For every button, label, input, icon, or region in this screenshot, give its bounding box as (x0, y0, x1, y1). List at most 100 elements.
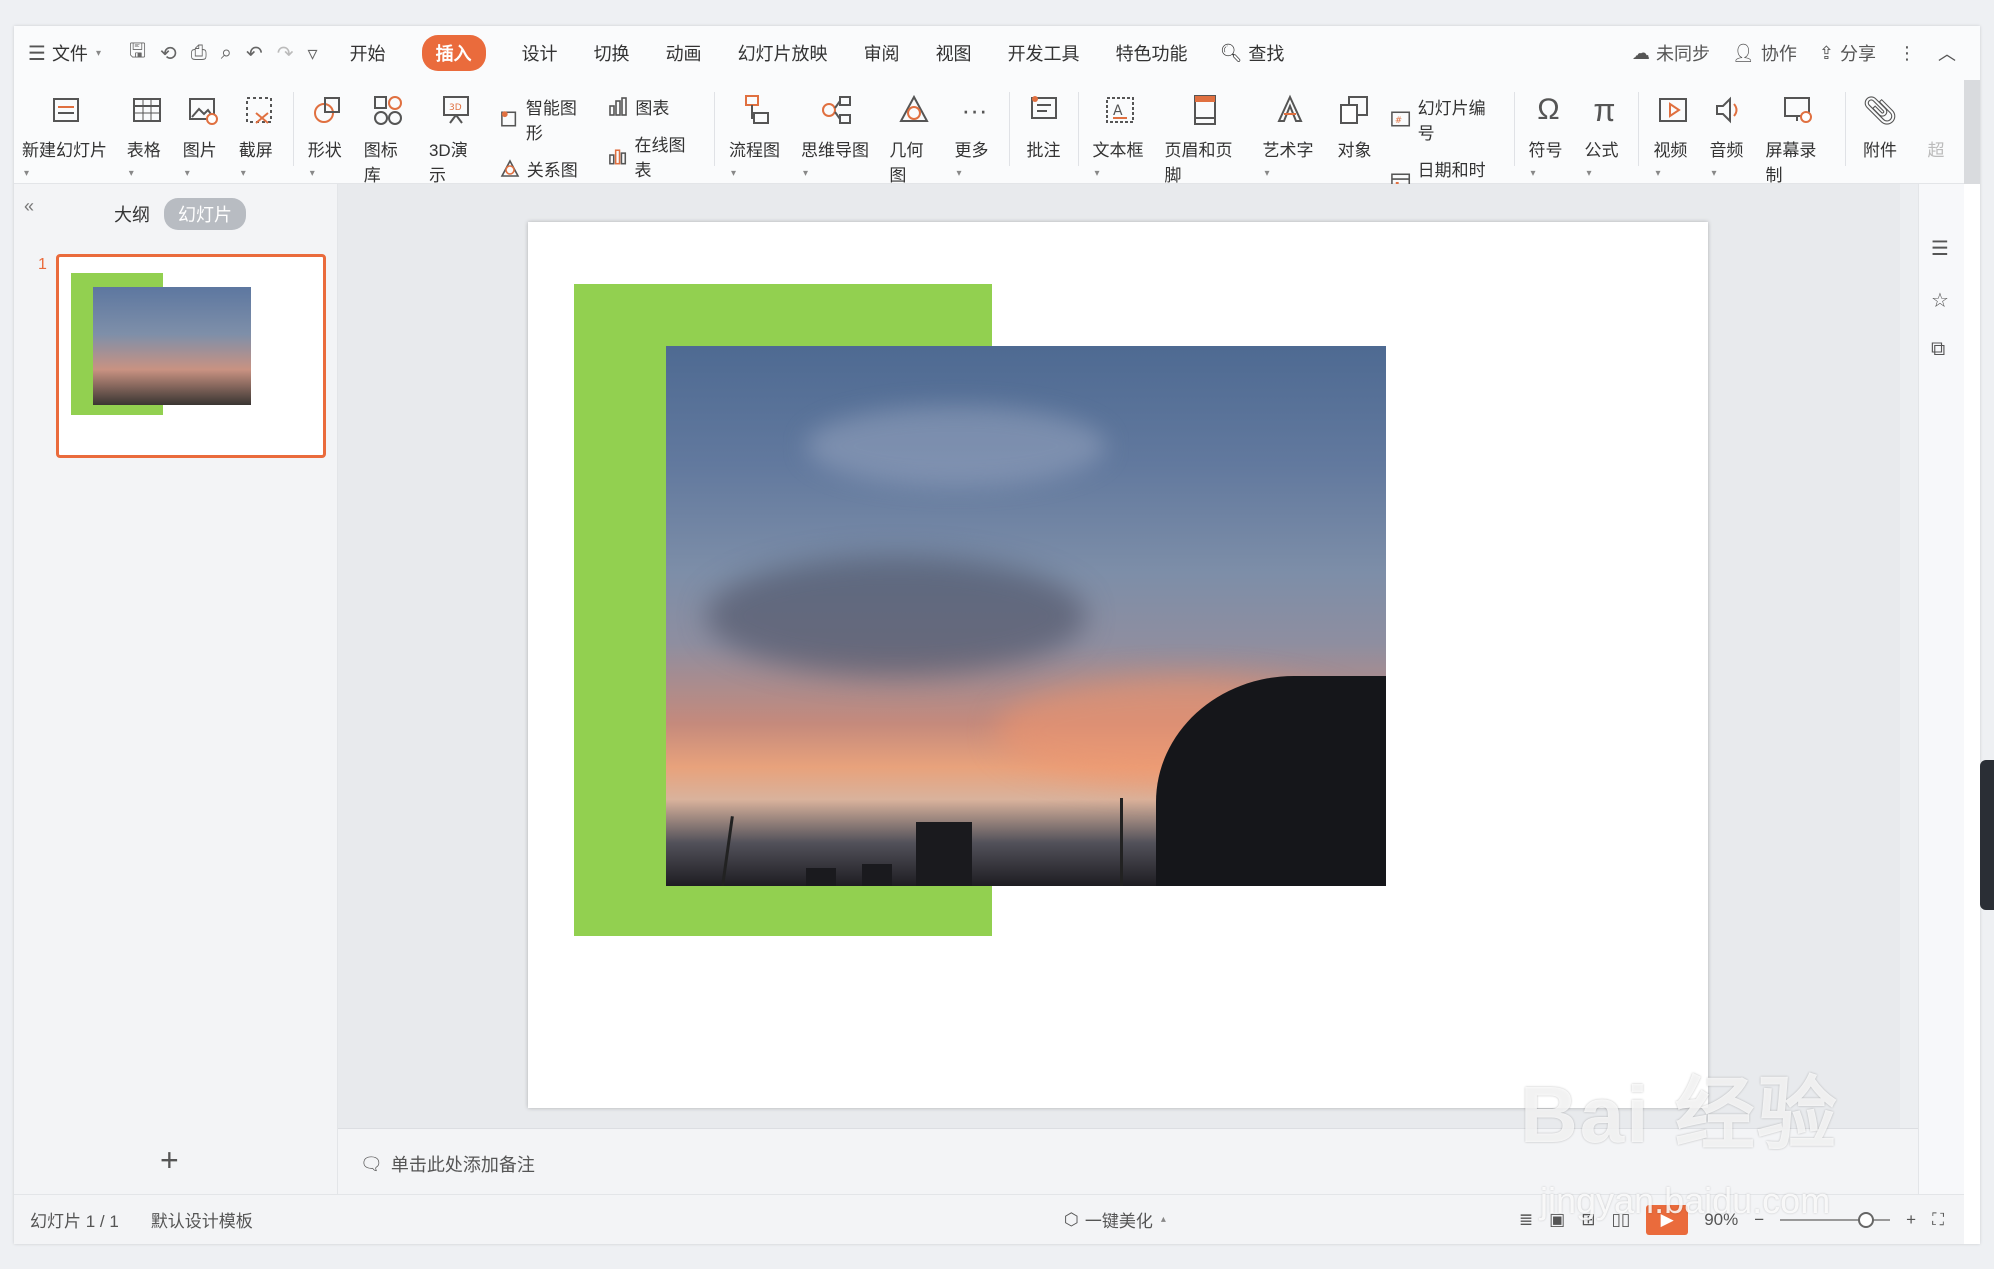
new-slide-button[interactable]: 新建幻灯片▾ (14, 90, 119, 181)
search-icon: 🔍︎ (1219, 42, 1243, 63)
canvas-scrollbar[interactable] (1900, 184, 1918, 1128)
hyperlink-button[interactable]: 超 (1908, 90, 1964, 161)
more-label: 更多 (954, 141, 989, 160)
audio-button[interactable]: 音频▾ (1701, 90, 1757, 181)
undo-icon[interactable]: ↶ (246, 41, 263, 66)
screen-record-label: 屏幕录制 (1765, 141, 1817, 185)
file-menu[interactable]: ☰ 文件 ▾ (14, 26, 115, 80)
slide[interactable] (528, 222, 1708, 1108)
collapse-panel-icon[interactable]: « (24, 196, 34, 217)
beautify-label: 一键美化 (1084, 1212, 1153, 1231)
online-chart-button[interactable]: 在线图表 (607, 131, 700, 181)
attachment-button[interactable]: 📎︎ 附件 (1852, 90, 1908, 161)
tab-slideshow[interactable]: 幻灯片放映 (720, 26, 846, 80)
icon-library-button[interactable]: 图标库 (356, 90, 421, 186)
template-name[interactable]: 默认设计模板 (135, 1207, 269, 1232)
slide-thumbnail[interactable] (56, 254, 326, 458)
ribbon-scrollbar[interactable] (1964, 80, 1980, 184)
video-label: 视频 (1653, 141, 1688, 160)
thumbnail-photo (93, 287, 251, 405)
beautify-button[interactable]: ⬡ 一键美化 ▴ (1064, 1207, 1166, 1232)
table-button[interactable]: 表格▾ (119, 90, 175, 181)
geometry-button[interactable]: 几何图 (881, 90, 946, 186)
search-button[interactable]: 🔍︎ 查找 (1206, 26, 1299, 80)
textbox-icon: A (1100, 90, 1140, 130)
smartart-button[interactable]: 智能图形 (499, 94, 592, 144)
header-footer-button[interactable]: 页眉和页脚 (1156, 90, 1254, 186)
zoom-slider-knob[interactable] (1858, 1211, 1875, 1228)
mindmap-button[interactable]: 思维导图▾ (793, 90, 881, 181)
properties-icon[interactable]: ☰ (1931, 236, 1949, 261)
tab-start[interactable]: 开始 (332, 26, 404, 80)
zoom-in-icon[interactable]: + (1906, 1210, 1916, 1230)
street-lamp (721, 816, 734, 886)
sunset-photo[interactable] (666, 346, 1386, 886)
video-icon (1653, 90, 1693, 130)
flowchart-label: 流程图 (728, 141, 780, 160)
tab-label: 开始 (349, 44, 386, 64)
collab-button[interactable]: 👤︎ 协作 (1732, 40, 1797, 66)
flowchart-button[interactable]: 流程图▾ (721, 90, 793, 181)
chart-button[interactable]: 图表 (607, 94, 700, 119)
print-icon[interactable]: ⎙ (191, 42, 207, 65)
tab-developer[interactable]: 开发工具 (990, 26, 1098, 80)
screen-record-button[interactable]: 屏幕录制 (1757, 90, 1839, 186)
comment-button[interactable]: 批注 (1016, 90, 1072, 161)
relation-label: 关系图 (526, 161, 578, 180)
tab-design[interactable]: 设计 (504, 26, 576, 80)
star-icon[interactable]: ☆ (1931, 288, 1949, 313)
collapse-ribbon-icon[interactable]: ︿ (1938, 40, 1956, 66)
tab-animation[interactable]: 动画 (648, 26, 720, 80)
print-preview-icon[interactable]: ⌕ (221, 42, 232, 65)
icon-library-label: 图标库 (363, 141, 398, 185)
divider (1845, 92, 1847, 166)
header-footer-icon (1185, 90, 1225, 130)
sync-button[interactable]: ☁ 未同步 (1632, 40, 1710, 66)
tab-insert[interactable]: 插入 (404, 26, 504, 80)
formula-button[interactable]: π 公式▾ (1576, 90, 1632, 181)
notes-icon: 🗨︎ (360, 1153, 383, 1174)
svg-text:#: # (1395, 116, 1402, 126)
symbol-button[interactable]: Ω 符号▾ (1520, 90, 1576, 181)
more-button[interactable]: ··· 更多▾ (947, 90, 1003, 181)
tab-slides[interactable]: 幻灯片 (164, 198, 246, 230)
slide-number-button[interactable]: # 幻灯片编号 (1390, 94, 1499, 144)
fit-window-icon[interactable]: ⛶ (1932, 1210, 1944, 1230)
tab-review[interactable]: 审阅 (846, 26, 918, 80)
save-icon[interactable]: 🖫 (129, 36, 146, 70)
share-button[interactable]: ⇪ 分享 (1819, 40, 1876, 66)
textbox-button[interactable]: A 文本框▾ (1084, 90, 1156, 181)
tab-transition[interactable]: 切换 (576, 26, 648, 80)
customize-icon[interactable]: ▿ (308, 41, 318, 66)
wordart-button[interactable]: 艺术字▾ (1254, 90, 1326, 181)
shape-label: 形状 (307, 141, 342, 160)
object-button[interactable]: 对象 (1326, 90, 1382, 161)
more-vertical-icon[interactable]: ⋮ (1898, 43, 1916, 64)
screenshot-button[interactable]: 截屏▾ (231, 90, 287, 181)
menubar-right: ☁ 未同步 👤︎ 协作 ⇪ 分享 ⋮ ︿ (1632, 40, 1980, 66)
tab-view[interactable]: 视图 (918, 26, 990, 80)
formula-label: 公式 (1584, 141, 1619, 160)
chevron-down-icon: ▾ (95, 47, 101, 59)
notes-toggle-icon[interactable]: ≣ (1519, 1210, 1533, 1230)
hyperlink-icon (1916, 90, 1956, 130)
divider (1077, 92, 1079, 166)
wordart-label: 艺术字 (1262, 141, 1314, 160)
table-icon (127, 90, 167, 130)
textbox-label: 文本框 (1092, 141, 1144, 160)
cloud-icon: ☁ (1632, 42, 1651, 63)
add-slide-icon[interactable]: + (160, 1142, 179, 1179)
picture-button[interactable]: 图片▾ (175, 90, 231, 181)
relation-button[interactable]: 关系图 (499, 156, 592, 181)
redo-icon[interactable]: ↷ (277, 41, 294, 66)
tab-features[interactable]: 特色功能 (1098, 26, 1206, 80)
share-icon: ⇪ (1818, 42, 1834, 63)
demo3d-button[interactable]: 3D 3D演示 (421, 90, 491, 186)
format-painter-icon[interactable]: ⟲ (160, 41, 177, 66)
shape-button[interactable]: 形状▾ (300, 90, 356, 181)
video-button[interactable]: 视频▾ (1645, 90, 1701, 181)
tab-label: 插入 (421, 35, 486, 71)
transform-icon[interactable]: ⧉ (1931, 338, 1945, 361)
smart-graphics-group: 智能图形 关系图 (491, 90, 600, 185)
tab-outline[interactable]: 大纲 (114, 201, 150, 227)
